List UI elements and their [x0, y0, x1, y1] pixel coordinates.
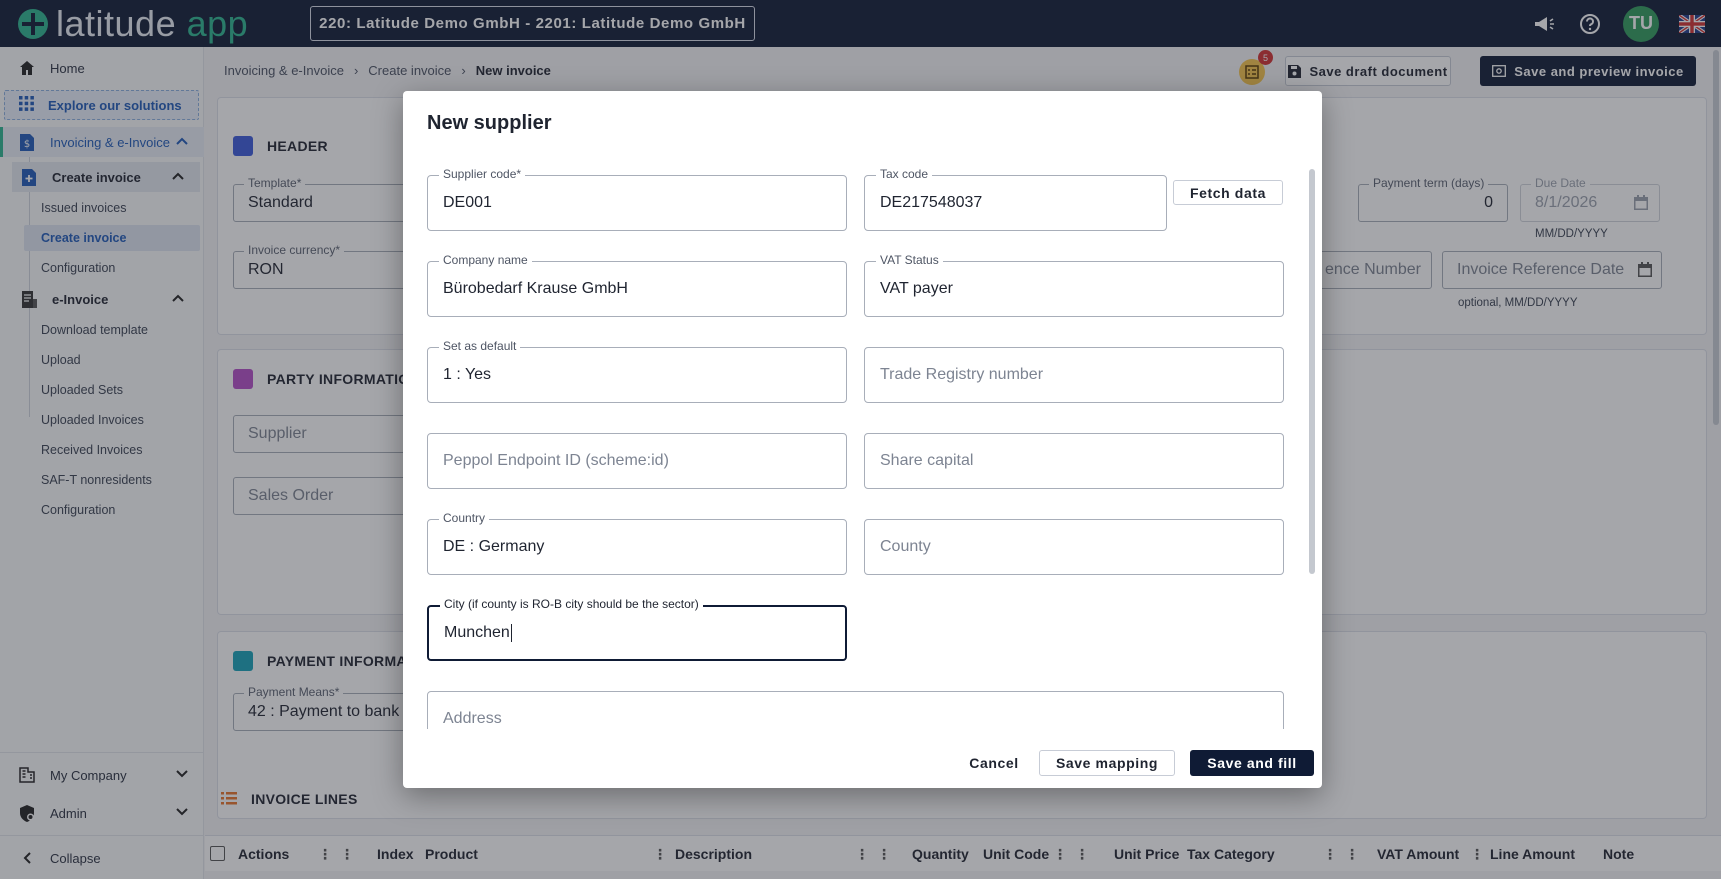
cancel-button[interactable]: Cancel: [956, 750, 1032, 776]
new-supplier-dialog: New supplier Supplier code* DE001 Tax co…: [403, 91, 1322, 788]
peppol-endpoint-input[interactable]: Peppol Endpoint ID (scheme:id): [427, 433, 847, 489]
vat-status-label: VAT Status: [876, 253, 943, 267]
country-label: Country: [439, 511, 490, 525]
vat-status-value: VAT payer: [880, 280, 953, 297]
trade-registry-input[interactable]: Trade Registry number: [864, 347, 1284, 403]
company-name-input[interactable]: Company name Bürobedarf Krause GmbH: [427, 253, 847, 317]
share-capital-placeholder: Share capital: [880, 452, 974, 469]
set-default-value: 1 : Yes: [443, 366, 492, 383]
address-input[interactable]: Address: [427, 691, 1284, 729]
city-input[interactable]: City (if county is RO-B city should be t…: [427, 597, 847, 661]
country-value: DE : Germany: [443, 538, 545, 555]
supplier-code-input[interactable]: Supplier code* DE001: [427, 167, 847, 231]
tax-code-input[interactable]: Tax code DE217548037: [864, 167, 1167, 231]
save-and-fill-button[interactable]: Save and fill: [1190, 750, 1314, 776]
company-name-label: Company name: [439, 253, 532, 267]
vat-status-select[interactable]: VAT Status VAT payer: [864, 253, 1284, 317]
supplier-code-label: Supplier code*: [439, 167, 526, 181]
save-mapping-button[interactable]: Save mapping: [1039, 750, 1175, 776]
share-capital-input[interactable]: Share capital: [864, 433, 1284, 489]
address-placeholder: Address: [443, 710, 502, 727]
fetch-data-button[interactable]: Fetch data: [1173, 180, 1283, 205]
dialog-title: New supplier: [427, 112, 552, 134]
tax-code-value: DE217548037: [880, 194, 983, 211]
county-select[interactable]: County: [864, 519, 1284, 575]
tax-code-label: Tax code: [876, 167, 933, 181]
city-value: Munchen: [444, 624, 510, 641]
dialog-body: Supplier code* DE001 Tax code DE21754803…: [403, 159, 1322, 729]
city-label: City (if county is RO-B city should be t…: [440, 597, 703, 611]
set-default-label: Set as default: [439, 339, 521, 353]
trade-registry-placeholder: Trade Registry number: [880, 366, 1044, 383]
dialog-scrollbar[interactable]: [1309, 169, 1315, 574]
country-select[interactable]: Country DE : Germany: [427, 511, 847, 575]
peppol-placeholder: Peppol Endpoint ID (scheme:id): [443, 452, 669, 469]
county-placeholder: County: [880, 538, 931, 555]
text-caret: [510, 624, 512, 642]
supplier-code-value: DE001: [443, 194, 492, 211]
company-name-value: Bürobedarf Krause GmbH: [443, 280, 628, 297]
set-as-default-select[interactable]: Set as default 1 : Yes: [427, 339, 847, 403]
